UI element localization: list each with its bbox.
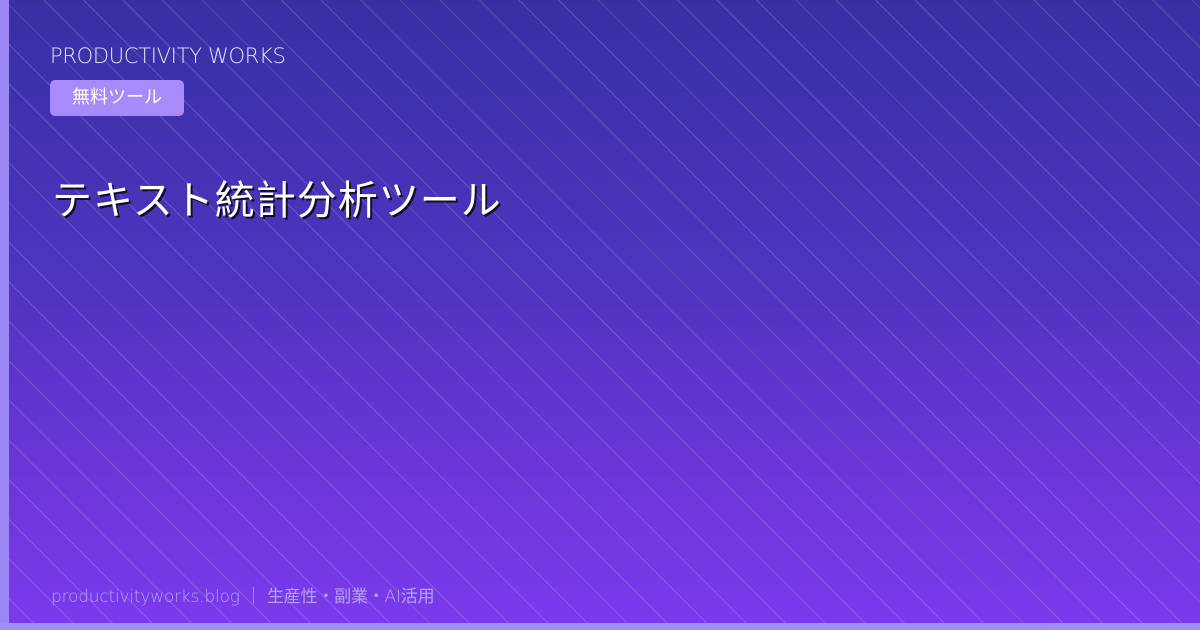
site-footer: productivityworks.blog ｜ 生産性・副業・AI活用 xyxy=(51,587,435,607)
category-badge: 無料ツール xyxy=(50,80,184,116)
bottom-accent-bar xyxy=(0,623,1200,630)
left-accent-bar xyxy=(0,0,9,630)
page-title: テキスト統計分析ツール xyxy=(52,178,502,224)
brand-name: PRODUCTIVITY WORKS xyxy=(50,44,286,68)
share-card: PRODUCTIVITY WORKS 無料ツール テキスト統計分析ツール pro… xyxy=(0,0,1200,630)
